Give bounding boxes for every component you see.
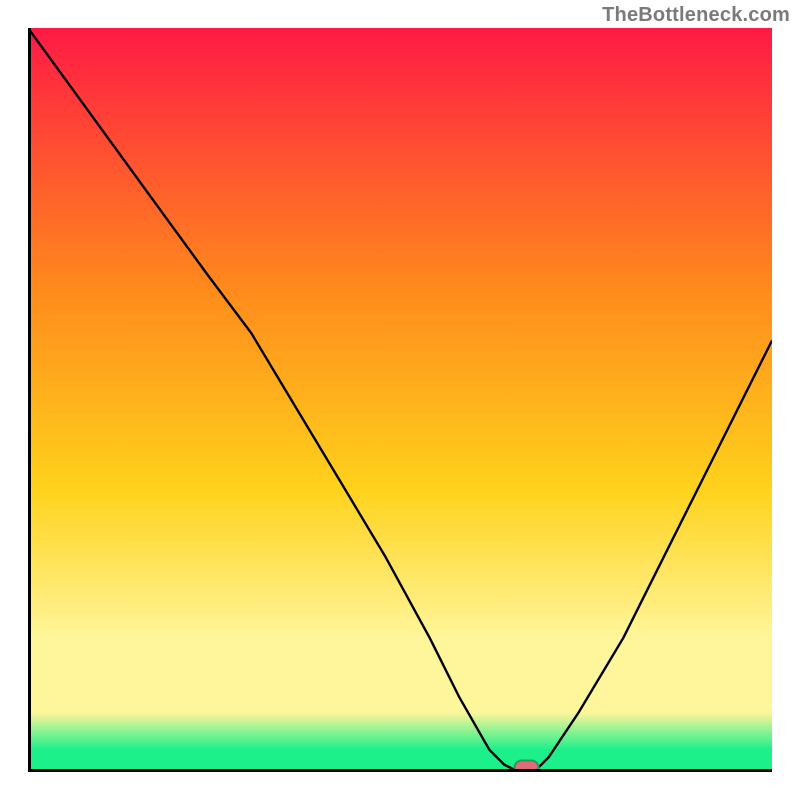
chart-container: TheBottleneck.com — [0, 0, 800, 800]
plot-frame — [28, 28, 772, 772]
watermark-label: TheBottleneck.com — [602, 4, 790, 27]
chart-svg — [28, 28, 772, 772]
gradient-background — [28, 28, 772, 772]
